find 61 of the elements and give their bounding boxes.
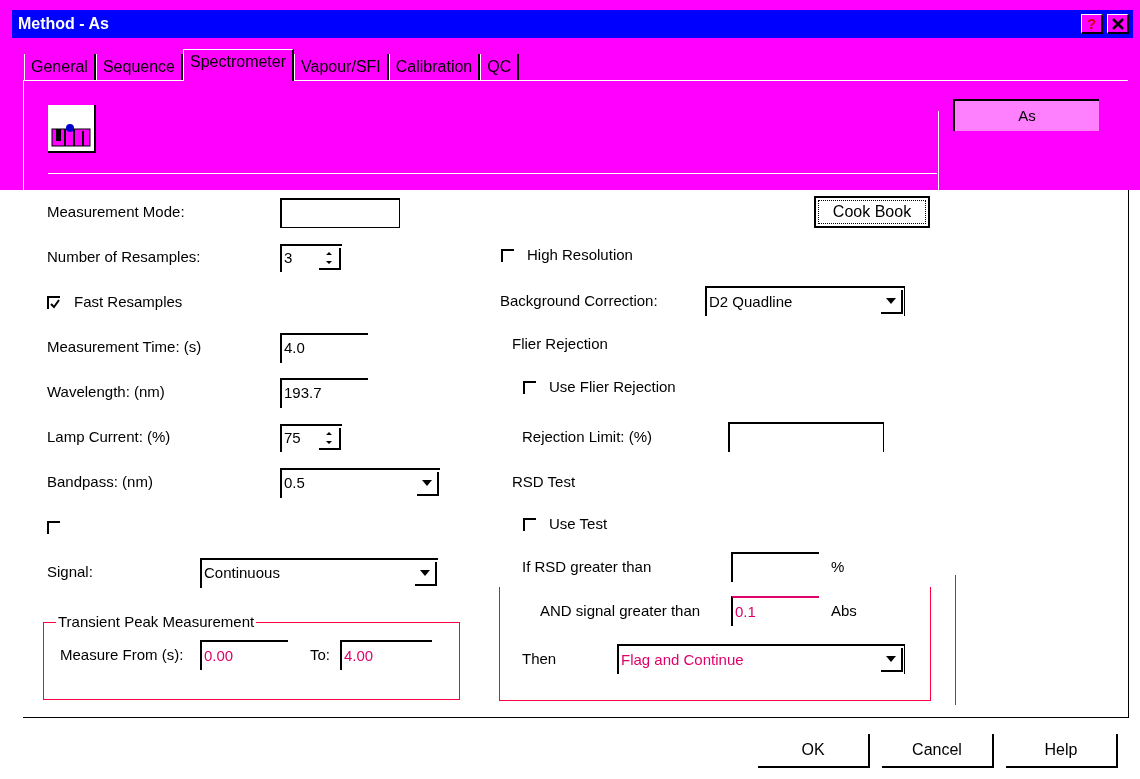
field-label: To: (310, 644, 331, 665)
text-field[interactable] (280, 197, 400, 228)
checkbox[interactable] (523, 517, 536, 531)
checkbox[interactable] (47, 521, 60, 534)
text-field[interactable]: 4.00 (340, 640, 432, 670)
text-field[interactable] (731, 552, 819, 582)
text-field[interactable]: 193.7 (280, 377, 368, 408)
text-field[interactable] (728, 422, 884, 452)
dropdown-field[interactable]: 0.5 (280, 467, 440, 498)
spectrometer-icon (48, 105, 96, 153)
field-label: If RSD greater than (522, 556, 653, 577)
dialog-button[interactable]: Help (1006, 734, 1118, 768)
text-field[interactable]: 0.00 (200, 640, 288, 670)
window-title: Method - As (18, 14, 109, 34)
tab[interactable]: QC (480, 54, 520, 80)
dropdown-field[interactable]: Continuous (200, 557, 438, 588)
checkbox[interactable] (523, 380, 536, 394)
field-label: Bandpass: (nm) (47, 472, 154, 493)
unit-label: % (831, 556, 845, 577)
close-button[interactable] (1107, 14, 1129, 34)
dropdown-arrow-icon (417, 471, 439, 496)
tab[interactable]: General (24, 54, 96, 80)
dialog-button[interactable]: Cancel (882, 734, 994, 768)
dropdown-arrow-icon (881, 290, 903, 314)
unit-label: Abs (831, 600, 857, 621)
spin-field[interactable]: 75 (280, 423, 342, 452)
dropdown-field[interactable]: Flag and Continue (617, 644, 905, 674)
checkbox[interactable] (47, 296, 60, 309)
dropdown-field[interactable]: D2 Quadline (705, 286, 905, 316)
checkbox[interactable] (501, 249, 514, 262)
dropdown-arrow-icon (881, 648, 903, 672)
checkbox-label: Use Flier Rejection (549, 376, 676, 397)
tab[interactable]: Spectrometer (183, 49, 295, 81)
field-label: Then (522, 648, 558, 669)
text-field[interactable]: 0.1 (731, 596, 819, 626)
element-button[interactable]: As (953, 99, 1099, 131)
dialog-button[interactable]: OK (758, 734, 870, 768)
field-label: Wavelength: (nm) (47, 382, 166, 403)
spin-field[interactable]: 3 (280, 243, 342, 272)
tab[interactable]: Calibration (388, 54, 481, 80)
field-label: Number of Resamples: (47, 247, 202, 268)
field-label: Background Correction: (500, 290, 659, 311)
close-icon (1111, 17, 1124, 30)
checkbox-label: Use Test (549, 513, 608, 534)
checkbox-label: High Resolution (527, 245, 633, 266)
field-label: Rejection Limit: (%) (522, 426, 654, 447)
field-label: Measure From (s): (60, 644, 185, 665)
spin-arrows-icon (319, 427, 341, 450)
tab[interactable]: Vapour/SFI (294, 54, 389, 80)
cook-book-button[interactable]: Cook Book (814, 196, 930, 228)
text-field[interactable]: 4.0 (280, 332, 368, 363)
section-heading: Flier Rejection (512, 334, 608, 355)
spin-arrows-icon (319, 247, 341, 270)
checkbox-label: Fast Resamples (74, 292, 183, 313)
field-label: Measurement Mode: (47, 202, 186, 223)
field-label: Signal: (47, 562, 94, 583)
field-label: AND signal greater than (540, 600, 702, 621)
field-label: Lamp Current: (%) (47, 427, 172, 448)
section-heading: RSD Test (512, 472, 576, 493)
field-label: Measurement Time: (s) (47, 337, 203, 358)
dropdown-arrow-icon (415, 561, 437, 586)
